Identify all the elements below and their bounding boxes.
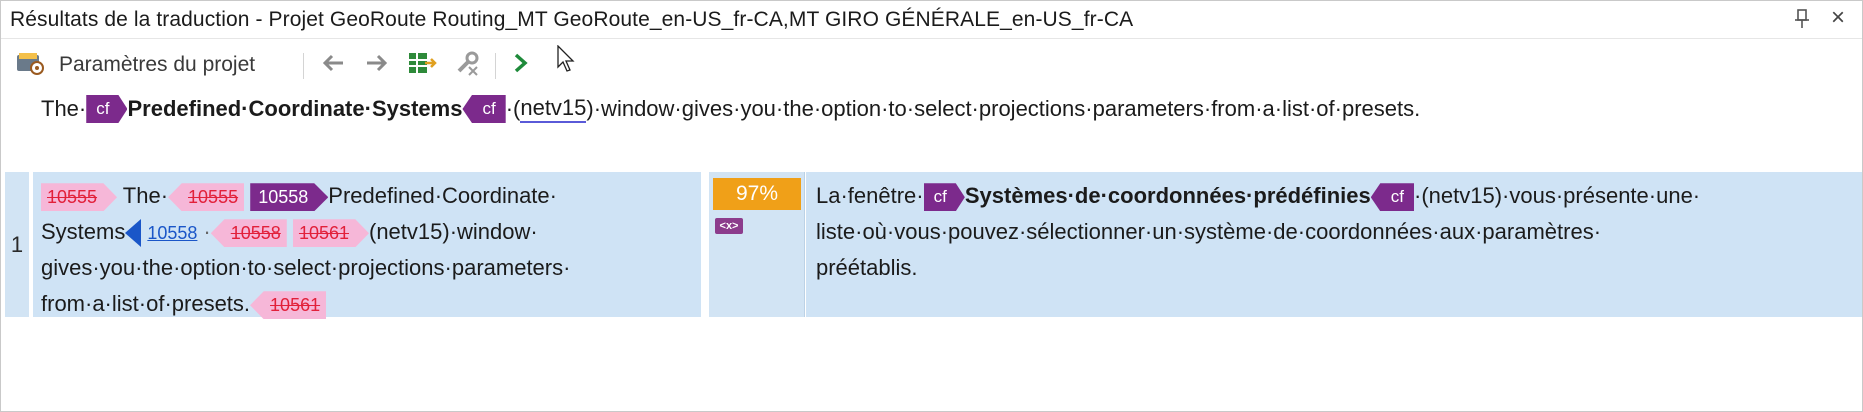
target-segment-cell[interactable]: La·fenêtre· cf Systèmes·de·coordonnées·pré… (806, 172, 1862, 317)
deleted-tag: 10561 (292, 219, 369, 248)
segment-text: La·fenêtre· (816, 183, 924, 208)
wrench-icon (453, 49, 481, 82)
chevron-right-icon (511, 51, 531, 80)
source-preview-text: The· cf Predefined·Coordinate·Systems cf… (41, 95, 1420, 123)
arrow-left-icon (319, 51, 347, 80)
pin-icon[interactable] (1792, 7, 1814, 31)
segment-text: from·a·list·of·presets. (41, 291, 251, 316)
segment-text: The· (122, 183, 169, 208)
machine-translation-icon: <x> (715, 218, 743, 234)
segment-text: Systems (41, 219, 126, 244)
project-settings-label: Paramètres du projet (59, 53, 256, 76)
segment-text: (netv15)·window· (369, 219, 538, 244)
inserted-tag: 10558 (250, 183, 329, 212)
segment-text: · (203, 219, 211, 244)
tools-button[interactable] (453, 45, 481, 85)
segment-text: liste·où·vous·pouvez·sélectionner·un·sys… (816, 219, 1602, 244)
source-text: )·window·gives·you·the·option·to·select·… (586, 96, 1421, 121)
match-percent-badge: 97% (713, 178, 801, 210)
deleted-tag: 10561 (250, 291, 327, 320)
translation-results-window: Résultats de la traduction - Projet GeoR… (0, 0, 1863, 412)
row-number[interactable]: 1 (5, 172, 29, 317)
source-segment-cell[interactable]: 10555 The· 10555 10558 Predefined·Coordina… (33, 172, 701, 320)
previous-button[interactable] (319, 45, 347, 85)
toolbar: Paramètres du projet (1, 45, 1862, 87)
title-bar: Résultats de la traduction - Projet GeoR… (1, 1, 1862, 39)
segment-text: préétablis. (816, 255, 918, 280)
mouse-cursor-icon (557, 45, 575, 72)
deleted-tag: 10558 (210, 219, 287, 248)
arrow-right-icon (363, 51, 391, 80)
segment-text: gives·you·the·option·to·select·projectio… (41, 255, 571, 280)
netv-link[interactable]: netv15 (520, 95, 587, 123)
tag-open: cf (86, 95, 128, 123)
source-text: ·( (505, 96, 521, 121)
tag-open: cf (923, 183, 965, 212)
match-status-cell: 97% <x> (709, 172, 805, 317)
deleted-tag: 10555 (168, 183, 245, 212)
project-settings-icon (15, 49, 45, 82)
segment-text: Predefined·Coordinate· (328, 183, 557, 208)
close-icon[interactable]: × (1826, 6, 1850, 30)
toolbar-separator (303, 53, 304, 79)
translation-grid: 1 10555 The· 10555 10558 Predefined·Coordi… (1, 172, 1862, 320)
tag-close: cf (462, 95, 506, 123)
tag-close: cf (1370, 183, 1414, 212)
inserted-tag-end: 10558 (125, 219, 204, 248)
window-title: Résultats de la traduction - Projet GeoR… (10, 8, 1134, 31)
segment-text: ·(netv15)·vous·présente·une· (1414, 183, 1701, 208)
project-settings-button[interactable]: Paramètres du projet (15, 45, 255, 85)
source-preview: The· cf Predefined·Coordinate·Systems cf… (1, 91, 1862, 141)
source-bold-text: Predefined·Coordinate·Systems (127, 96, 463, 121)
deleted-tag: 10555 (41, 183, 118, 212)
segment-bold-text: Systèmes·de·coordonnées·prédéfinies (964, 183, 1371, 208)
column-divider[interactable] (701, 172, 709, 317)
next-button[interactable] (363, 45, 391, 85)
grid-arrow-icon (407, 49, 437, 82)
toolbar-separator (495, 53, 496, 79)
go-button[interactable] (511, 45, 531, 85)
apply-translation-button[interactable] (407, 45, 437, 85)
source-text: The· (41, 96, 87, 121)
